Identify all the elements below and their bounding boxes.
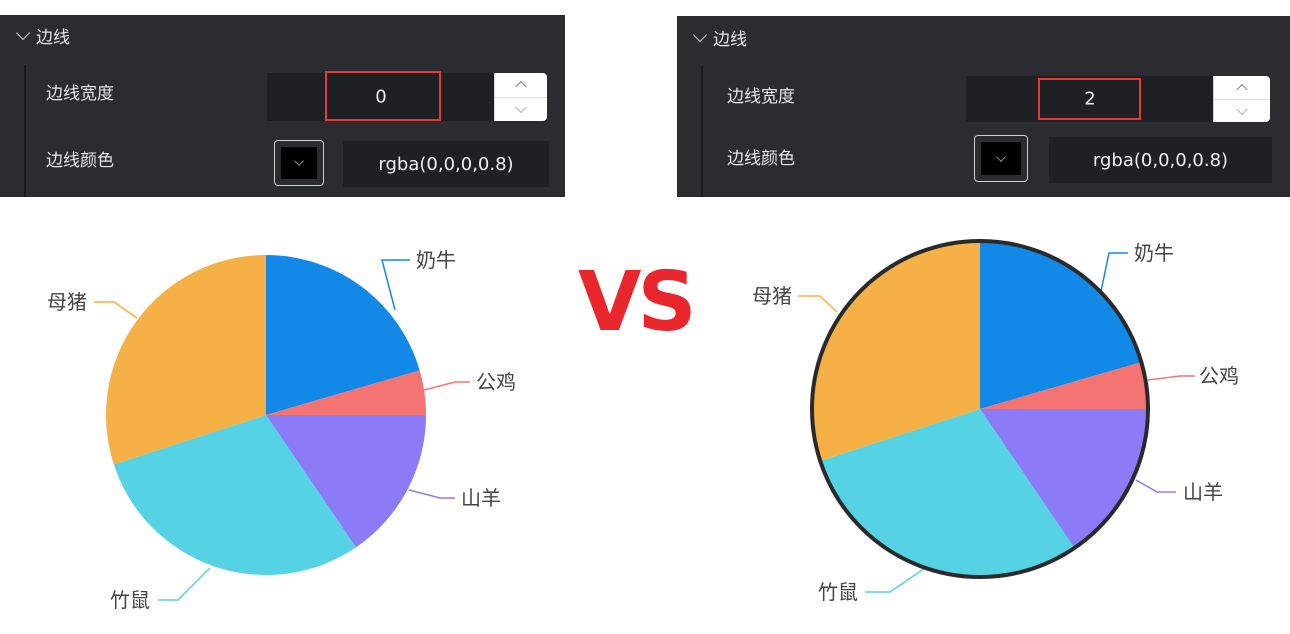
- pie-slice-label: 母猪: [752, 284, 792, 308]
- pie-slice-label: 山羊: [461, 486, 501, 510]
- pie-label-line: [423, 381, 470, 391]
- pie-label-line: [1147, 375, 1195, 381]
- pie-label-line: [381, 259, 410, 311]
- pie-label-line: [1135, 479, 1176, 493]
- pie-slice-label: 公鸡: [476, 370, 516, 394]
- pie-label-line: [158, 567, 211, 601]
- pie-label-line: [408, 489, 455, 499]
- pie-slice-label: 母猪: [47, 290, 87, 314]
- pie-slice-label: 山羊: [1183, 480, 1223, 504]
- pie-slice-label: 奶牛: [416, 248, 456, 272]
- pie-label-line: [94, 301, 138, 319]
- pie-charts: 奶牛公鸡山羊竹鼠 母猪 奶牛公鸡山羊竹鼠 母猪: [47, 239, 1239, 612]
- pie-slice-label: 公鸡: [1199, 364, 1239, 388]
- pie-label-line: [798, 295, 838, 313]
- pie-label-line: [865, 565, 929, 593]
- pie-slice-label: 奶牛: [1134, 241, 1174, 265]
- pie-label-line: [1099, 252, 1128, 297]
- pie-slice-label: 竹鼠: [818, 580, 858, 604]
- pie-slice-label: 竹鼠: [110, 588, 150, 612]
